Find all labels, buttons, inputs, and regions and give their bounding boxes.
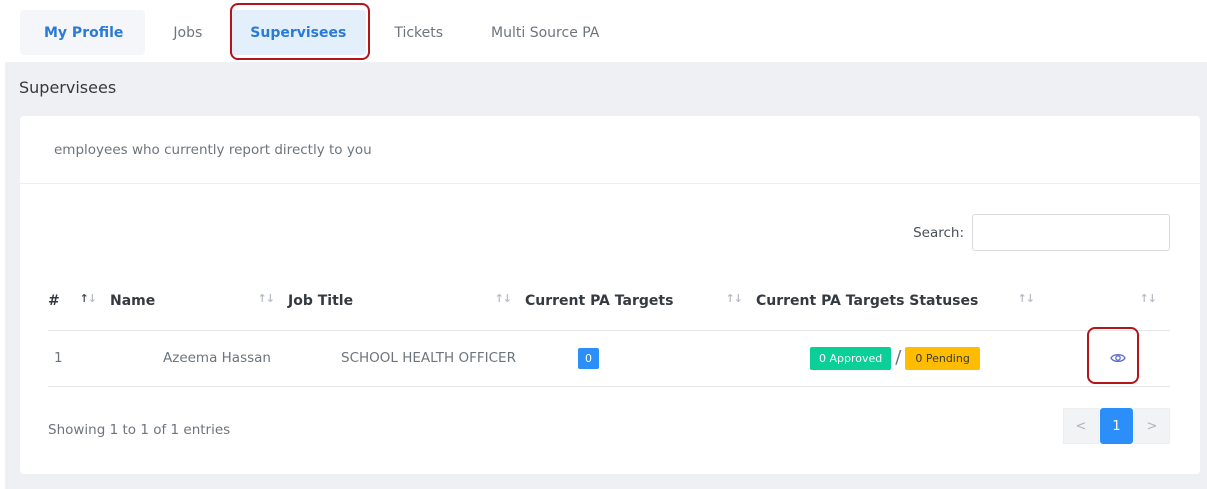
sort-icon: ↑↓	[725, 292, 743, 305]
cell-targets: 0	[525, 330, 756, 387]
eye-icon[interactable]	[1110, 349, 1126, 368]
col-targets-header[interactable]: Current PA Targets ↑↓	[525, 272, 756, 331]
supervisees-section: Supervisees employees who currently repo…	[5, 62, 1207, 489]
status-separator: /	[895, 347, 902, 368]
next-page-button[interactable]: >	[1134, 408, 1170, 444]
table-info: Showing 1 to 1 of 1 entries	[48, 422, 231, 438]
table-header-row: # ↑↓ Name ↑↓ Job Title ↑↓ Current PA Target…	[48, 272, 1170, 331]
search-input[interactable]	[972, 214, 1170, 251]
col-statuses-header[interactable]: Current PA Targets Statuses ↑↓	[756, 272, 1048, 331]
cell-name: Azeema Hassan	[110, 330, 288, 387]
supervisees-card: employees who currently report directly …	[20, 116, 1200, 474]
sort-icon: ↑↓	[257, 292, 275, 305]
sort-icon: ↑↓	[79, 292, 97, 305]
pending-badge: 0 Pending	[905, 346, 980, 370]
col-job-title-header[interactable]: Job Title ↑↓	[288, 272, 525, 331]
cell-job-title: SCHOOL HEALTH OFFICER	[288, 330, 525, 387]
nav-tabs: My Profile Jobs Supervisees Tickets Mult…	[20, 10, 627, 55]
approved-badge: 0 Approved	[810, 346, 892, 370]
table-row: 1 Azeema Hassan SCHOOL HEALTH OFFICER 0 …	[48, 330, 1170, 387]
supervisees-table: # ↑↓ Name ↑↓ Job Title ↑↓ Current PA Target…	[48, 272, 1170, 387]
eye-icon-svg	[1110, 353, 1126, 362]
cell-action	[1048, 330, 1170, 387]
sort-icon: ↑↓	[1139, 292, 1157, 305]
search-label: Search:	[913, 224, 964, 241]
prev-page-button[interactable]: <	[1063, 408, 1099, 444]
tab-supervisees[interactable]: Supervisees	[230, 10, 367, 55]
tab-my-profile[interactable]: My Profile	[20, 10, 146, 55]
col-index-header[interactable]: # ↑↓	[48, 272, 110, 331]
col-action-header[interactable]: ↑↓	[1048, 272, 1170, 331]
page-title: Supervisees	[19, 78, 117, 97]
sort-icon: ↑↓	[494, 292, 512, 305]
cell-statuses: 0 Approved/0 Pending	[756, 330, 1048, 387]
tab-jobs[interactable]: Jobs	[153, 10, 222, 55]
tab-tickets[interactable]: Tickets	[374, 10, 463, 55]
pagination: < 1 >	[1063, 408, 1170, 444]
sort-icon: ↑↓	[1017, 292, 1035, 305]
col-name-header[interactable]: Name ↑↓	[110, 272, 288, 331]
search-row: Search:	[913, 214, 1170, 251]
cell-index: 1	[48, 330, 110, 387]
targets-count-badge: 0	[578, 347, 599, 369]
page-1-button[interactable]: 1	[1100, 408, 1133, 444]
card-description: employees who currently report directly …	[20, 116, 1200, 184]
tab-multi-source-pa[interactable]: Multi Source PA	[471, 10, 619, 55]
